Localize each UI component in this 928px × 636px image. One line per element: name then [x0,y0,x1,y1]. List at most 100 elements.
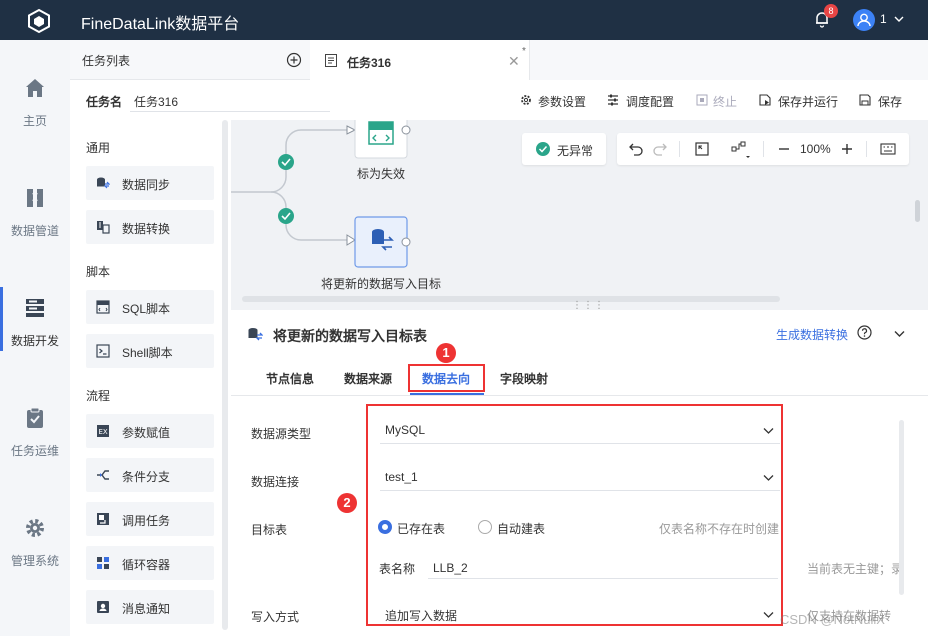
left-nav: 主页 数据管道 数据开发 任务运维 管理系统 [0,40,70,636]
canvas-horizontal-scrollbar[interactable] [242,296,780,302]
tab-data-source[interactable]: 数据来源 [344,370,392,387]
tab-task316[interactable]: 任务316 ✕ * [310,40,530,81]
keyboard-icon[interactable] [880,143,896,155]
lib-item-loop-container[interactable]: 循环容器 [86,546,214,580]
save-icon [859,94,871,106]
fit-view-icon[interactable] [695,142,709,156]
schedule-button[interactable]: 调度配置 [626,93,674,110]
lib-item-call-task[interactable]: 调用任务 [86,502,214,536]
check-icon [278,208,294,224]
user-icon [857,13,871,27]
close-icon[interactable]: ✕ [508,53,520,70]
lib-item-label: SQL脚本 [122,302,171,316]
params-button[interactable]: 参数设置 [538,93,586,110]
svg-text:EX: EX [99,428,108,436]
document-icon [325,54,337,67]
section-script: 脚本 [86,265,111,279]
nav-item-home[interactable]: 主页 [0,77,70,167]
lib-item-label: 调用任务 [122,514,171,528]
data-transform-icon [97,221,110,234]
dev-icon [26,299,44,317]
nav-item-ops[interactable]: 任务运维 [0,407,70,497]
check-circle-icon [536,142,550,156]
generate-transform-link[interactable]: 生成数据转换 [776,326,848,343]
tab-label: 任务316 [347,56,392,70]
nav-label: 主页 [22,114,47,128]
task-name-input[interactable]: 任务316 [134,93,178,110]
help-icon[interactable] [857,325,872,340]
clipboard-check-icon [27,407,43,428]
gear-icon [521,95,531,105]
detail-tabs [231,358,928,396]
avatar[interactable] [853,9,875,31]
canvas-toolbar: 100% [617,133,909,165]
write-mode-label: 写入方式 [251,610,300,624]
home-icon [26,79,44,97]
active-tab-indicator [410,393,484,395]
save-button[interactable]: 保存 [878,93,902,110]
lib-item-sql-script[interactable]: SQL脚本 [86,290,214,324]
tab-node-info[interactable]: 节点信息 [266,370,314,387]
canvas-vertical-scrollbar[interactable] [915,200,920,222]
save-run-button[interactable]: 保存并运行 [778,93,838,110]
lib-item-label: 消息通知 [122,602,171,616]
lib-item-label: 数据同步 [122,178,171,192]
library-scrollbar[interactable] [222,120,228,630]
detail-title: 将更新的数据写入目标表 [273,328,427,344]
resize-handle-icon[interactable]: ⋮⋮⋮ [572,300,605,311]
undo-icon[interactable] [629,142,643,156]
modified-mark: * [522,46,526,57]
lib-item-param-assign[interactable]: EX 参数赋值 [86,414,214,448]
layout-icon[interactable] [731,141,751,159]
callout-badge: 2 [337,493,357,513]
nav-item-pipeline[interactable]: 数据管道 [0,187,70,277]
lib-item-label: 数据转换 [122,222,171,236]
nav-item-admin[interactable]: 管理系统 [0,517,70,607]
primary-key-hint: 当前表无主键；录 [807,562,904,576]
zoom-level: 100% [800,142,831,156]
stop-button[interactable]: 终止 [713,93,737,110]
lib-item-data-sync[interactable]: 数据同步 [86,166,214,200]
toolbar-divider [866,141,867,157]
component-library: 通用 数据同步 数据转换 脚本 SQL脚本 Shell脚本 流程 EX 参数赋值… [70,120,230,636]
nav-label: 数据管道 [10,224,59,238]
message-icon [97,601,109,613]
callout-badge: 1 [436,343,456,363]
app-title: FineDataLink数据平台 [81,16,240,33]
nav-label: 任务运维 [10,444,59,458]
loop-container-icon [97,557,109,569]
stop-icon [696,94,708,106]
redo-icon[interactable] [653,142,667,156]
status-text: 无异常 [557,144,594,158]
zoom-in-icon[interactable] [840,142,854,156]
add-task-button[interactable] [286,52,302,68]
branch-icon [97,470,109,480]
nav-label: 管理系统 [10,554,59,568]
lib-item-data-transform[interactable]: 数据转换 [86,210,214,244]
sql-script-icon [96,300,110,314]
tab-field-mapping[interactable]: 字段映射 [500,370,548,387]
callout-box-tab [408,364,485,392]
task-list-title: 任务列表 [82,54,131,68]
zoom-out-icon[interactable] [777,142,791,156]
gear-icon [26,519,44,537]
app-logo-icon [28,8,50,34]
notification-badge: 8 [824,4,838,18]
callout-box-form [366,404,783,626]
user-name[interactable]: 1 [880,12,887,26]
top-bar: FineDataLink数据平台 8 1 [0,0,928,40]
lib-item-shell-script[interactable]: Shell脚本 [86,334,214,368]
call-task-icon [97,513,109,525]
task-name-underline [130,111,330,112]
data-sync-icon [97,177,110,189]
chevron-down-icon[interactable] [893,327,906,340]
node-label-write: 将更新的数据写入目标 [321,277,442,291]
target-table-label: 目标表 [251,523,288,537]
lib-item-message-notify[interactable]: 消息通知 [86,590,214,624]
detail-scrollbar[interactable] [899,420,904,595]
data-sync-icon [248,328,263,341]
nav-item-dev[interactable]: 数据开发 [0,287,70,387]
lib-item-condition-branch[interactable]: 条件分支 [86,458,214,492]
status-indicator: 无异常 [522,133,606,165]
chevron-down-icon[interactable] [893,13,905,25]
